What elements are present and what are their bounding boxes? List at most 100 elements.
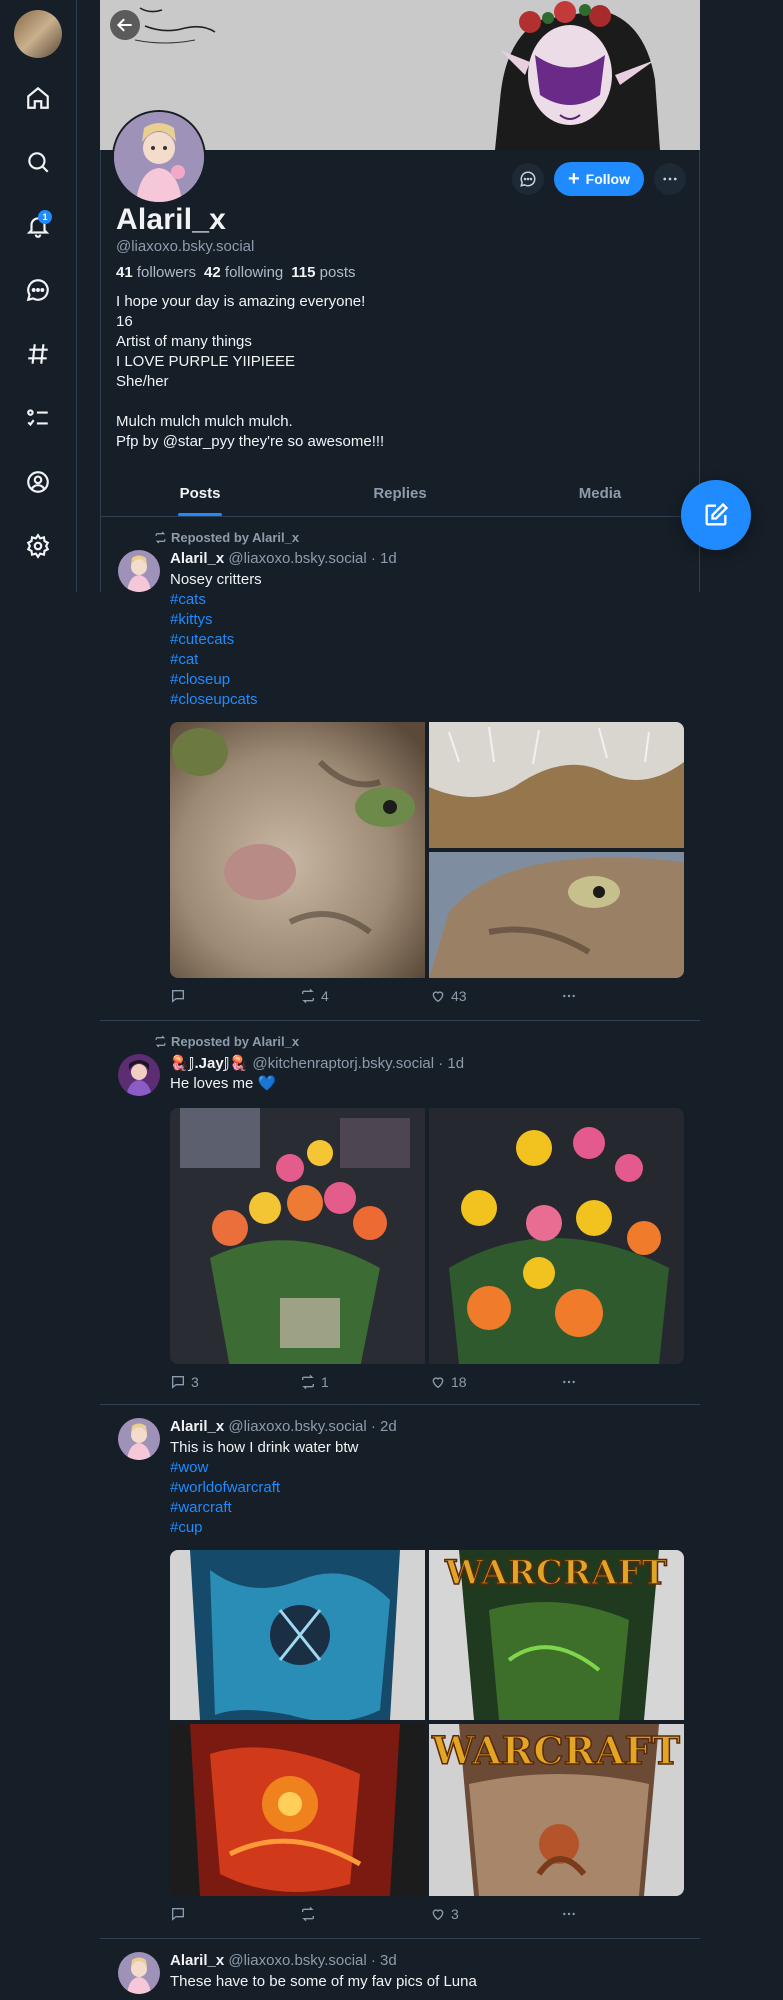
- post-more-button[interactable]: [560, 988, 578, 1004]
- profile-icon[interactable]: [18, 462, 58, 502]
- repost-icon: [302, 1906, 314, 1922]
- post-text: Nosey critters #cats #kittys #cutecats #…: [170, 571, 262, 710]
- hashtag-link[interactable]: #cats: [170, 590, 262, 610]
- hashtag-link[interactable]: #closeup: [170, 670, 262, 690]
- post-image[interactable]: [170, 1108, 425, 1364]
- hashtag-link[interactable]: #closeupcats: [170, 690, 262, 710]
- tab-posts[interactable]: Posts: [100, 470, 300, 516]
- post-author-avatar[interactable]: [118, 1418, 160, 1460]
- post-author-name[interactable]: Alaril_x: [170, 1952, 224, 1969]
- lists-icon[interactable]: [18, 398, 58, 438]
- post-author-handle[interactable]: @liaxoxo.bsky.social: [228, 550, 366, 567]
- post-author-name[interactable]: Alaril_x: [170, 1418, 224, 1435]
- feeds-hash-icon[interactable]: [18, 334, 58, 374]
- post-image-grid: [170, 1108, 684, 1364]
- post-time[interactable]: · 3d: [371, 1952, 397, 1969]
- post-image[interactable]: WARCRAFT: [429, 1724, 684, 1896]
- post-author-handle[interactable]: @kitchenraptorj.bsky.social: [252, 1055, 434, 1072]
- hashtag-link[interactable]: #cup: [170, 1518, 358, 1538]
- post-image[interactable]: [170, 722, 425, 978]
- profile-tabs: Posts Replies Media: [100, 470, 700, 517]
- feed-post[interactable]: Alaril_x @liaxoxo.bsky.social · 3d These…: [100, 1938, 700, 2000]
- feed-post[interactable]: Reposted by Alaril_x Alaril_x @liaxoxo.b…: [100, 516, 700, 1021]
- reply-button[interactable]: 3: [170, 1374, 199, 1390]
- more-dots-icon: [563, 994, 575, 998]
- post-more-button[interactable]: [560, 1374, 578, 1390]
- post-header: 🪼𝕁.Jay𝕁🪼 @kitchenraptorj.bsky.social · 1…: [170, 1054, 464, 1072]
- chat-icon[interactable]: [18, 270, 58, 310]
- heart-icon: [432, 991, 444, 1003]
- post-image[interactable]: [429, 1108, 684, 1364]
- like-button[interactable]: 18: [430, 1374, 467, 1390]
- more-dots-icon: [563, 1380, 575, 1384]
- my-avatar[interactable]: [14, 10, 62, 58]
- post-time[interactable]: · 1d: [371, 550, 397, 567]
- settings-gear-icon[interactable]: [18, 526, 58, 566]
- post-author-name[interactable]: 🪼𝕁.Jay𝕁🪼: [170, 1055, 248, 1072]
- profile-actions: + Follow: [511, 162, 686, 196]
- repost-icon: [302, 988, 314, 1004]
- post-image[interactable]: [429, 852, 684, 978]
- repost-indicator: Reposted by Alaril_x: [154, 530, 299, 545]
- like-button[interactable]: 3: [430, 1906, 459, 1922]
- home-icon[interactable]: [18, 78, 58, 118]
- message-button[interactable]: [511, 163, 544, 195]
- reply-button[interactable]: [170, 1906, 191, 1922]
- post-more-button[interactable]: [560, 1906, 578, 1922]
- hashtag-link[interactable]: #kittys: [170, 610, 262, 630]
- feed-post[interactable]: Reposted by Alaril_x 🪼𝕁.Jay𝕁🪼 @kitchenra…: [100, 1020, 700, 1405]
- posts-stat: 115 posts: [291, 264, 356, 281]
- heart-icon: [432, 1909, 444, 1921]
- feed-post[interactable]: Alaril_x @liaxoxo.bsky.social · 2d This …: [100, 1404, 700, 1939]
- reply-icon: [172, 1376, 184, 1389]
- post-author-avatar[interactable]: [118, 1054, 160, 1096]
- repost-button[interactable]: [300, 1906, 321, 1922]
- post-image[interactable]: [170, 1724, 425, 1896]
- repost-button[interactable]: 4: [300, 988, 329, 1004]
- back-button[interactable]: [110, 10, 140, 40]
- notification-badge: 1: [38, 210, 52, 224]
- post-time[interactable]: · 1d: [438, 1055, 464, 1072]
- post-image[interactable]: [170, 1550, 425, 1720]
- search-icon[interactable]: [18, 142, 58, 182]
- post-author-avatar[interactable]: [118, 550, 160, 592]
- hashtag-link[interactable]: #wow: [170, 1458, 358, 1478]
- post-author-handle[interactable]: @liaxoxo.bsky.social: [228, 1418, 366, 1435]
- hashtag-link[interactable]: #warcraft: [170, 1498, 358, 1518]
- hashtag-link[interactable]: #worldofwarcraft: [170, 1478, 358, 1498]
- post-actions: 4 43: [170, 988, 590, 1008]
- like-button[interactable]: 43: [430, 988, 467, 1004]
- post-image[interactable]: WARCRAFT: [429, 1550, 684, 1720]
- reply-icon: [172, 990, 184, 1003]
- post-author-avatar[interactable]: [118, 1952, 160, 1994]
- profile-avatar[interactable]: [112, 110, 206, 204]
- followers-stat[interactable]: 41 followers: [116, 264, 196, 281]
- notifications-icon[interactable]: 1: [18, 206, 58, 246]
- repost-icon: [155, 531, 166, 544]
- post-author-handle[interactable]: @liaxoxo.bsky.social: [228, 1952, 366, 1969]
- profile-bio: I hope your day is amazing everyone! 16 …: [116, 293, 385, 450]
- post-image-grid: [170, 722, 684, 978]
- plus-icon: +: [567, 168, 580, 190]
- post-text: He loves me 💙: [170, 1075, 277, 1092]
- hashtag-link[interactable]: #cutecats: [170, 630, 262, 650]
- post-header: Alaril_x @liaxoxo.bsky.social · 2d: [170, 1418, 397, 1435]
- post-header: Alaril_x @liaxoxo.bsky.social · 1d: [170, 550, 397, 567]
- reply-button[interactable]: [170, 988, 191, 1004]
- following-stat[interactable]: 42 following: [204, 264, 283, 281]
- more-options-button[interactable]: [654, 163, 686, 195]
- tab-media[interactable]: Media: [500, 470, 700, 516]
- post-author-name[interactable]: Alaril_x: [170, 550, 224, 567]
- warcraft-logo-text: WARCRAFT: [431, 1728, 680, 1773]
- repost-button[interactable]: 1: [300, 1374, 329, 1390]
- follow-button[interactable]: + Follow: [553, 162, 644, 196]
- profile-handle: @liaxoxo.bsky.social: [116, 238, 255, 255]
- post-time[interactable]: · 2d: [371, 1418, 397, 1435]
- left-nav: 1: [0, 0, 77, 592]
- post-actions: 3: [170, 1906, 590, 1926]
- post-image[interactable]: [429, 722, 684, 848]
- tab-replies[interactable]: Replies: [300, 470, 500, 516]
- display-name: Alaril_x: [116, 203, 226, 236]
- hashtag-link[interactable]: #cat: [170, 650, 262, 670]
- warcraft-logo-text: WARCRAFT: [444, 1553, 667, 1593]
